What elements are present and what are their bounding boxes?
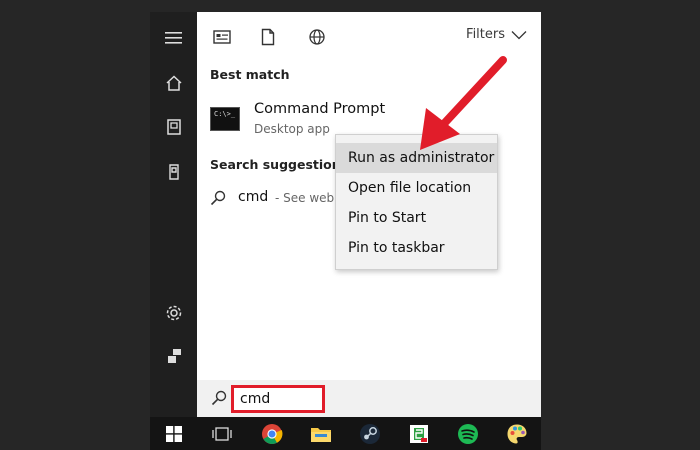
apps-icon [213,30,231,44]
devices-button[interactable] [150,152,197,192]
command-prompt-icon: C:\>_ [210,107,240,131]
steam-icon [360,423,380,444]
home-button[interactable] [150,63,197,103]
context-menu-item-pin-to-start[interactable]: Pin to Start [336,203,497,233]
taskbar [150,417,541,450]
store-taskbar-button[interactable] [395,417,443,450]
spotify-taskbar-button[interactable] [444,417,492,450]
user-icon [167,349,181,363]
chrome-taskbar-button[interactable] [248,417,296,450]
document-icon [261,28,275,46]
context-menu: Run as administrator Open file location … [335,134,498,270]
result-title: Command Prompt [254,101,386,117]
search-scope-bar: Filters [197,12,541,62]
paint-taskbar-button[interactable] [493,417,541,450]
settings-button[interactable] [150,293,197,333]
result-subtitle: Desktop app [254,122,330,136]
task-view-icon [212,426,232,441]
suggestion-query: cmd [238,189,269,205]
task-view-button[interactable] [198,417,246,450]
user-button[interactable] [150,336,197,376]
search-box [197,380,541,417]
hamburger-button[interactable] [150,18,197,58]
suggestion-hint: - See web r [275,191,343,205]
search-icon [211,390,227,406]
home-icon [165,75,182,91]
paint-icon [507,424,527,443]
settings-icon [166,305,181,321]
filters-dropdown[interactable]: Filters [466,27,527,42]
recent-documents-icon [166,119,181,135]
spotify-icon [458,423,478,444]
device-icon [168,164,179,180]
globe-icon [309,29,325,45]
context-menu-item-open-file-location[interactable]: Open file location [336,173,497,203]
start-button[interactable] [150,417,198,450]
apps-scope-button[interactable] [211,26,233,48]
file-explorer-taskbar-button[interactable] [297,417,345,450]
hamburger-icon [164,32,182,44]
windows-start-icon [166,425,182,442]
chrome-icon [262,423,283,444]
file-explorer-icon [311,427,331,442]
web-scope-button[interactable] [306,26,328,48]
documents-button[interactable] [150,107,197,147]
start-rail [150,12,197,417]
filters-label: Filters [466,27,505,42]
best-match-heading: Best match [210,67,290,82]
context-menu-item-run-as-administrator[interactable]: Run as administrator [336,143,497,173]
suggestions-heading-text: Search suggestions [210,157,349,172]
search-input[interactable] [231,385,325,413]
context-menu-item-pin-to-taskbar[interactable]: Pin to taskbar [336,233,497,263]
search-suggestions-heading: Search suggestions [210,157,348,172]
search-icon [210,190,226,206]
documents-scope-button[interactable] [257,26,279,48]
store-icon [410,424,428,443]
steam-taskbar-button[interactable] [346,417,394,450]
chevron-down-icon [511,30,527,39]
command-prompt-glyph: C:\>_ [214,110,236,118]
